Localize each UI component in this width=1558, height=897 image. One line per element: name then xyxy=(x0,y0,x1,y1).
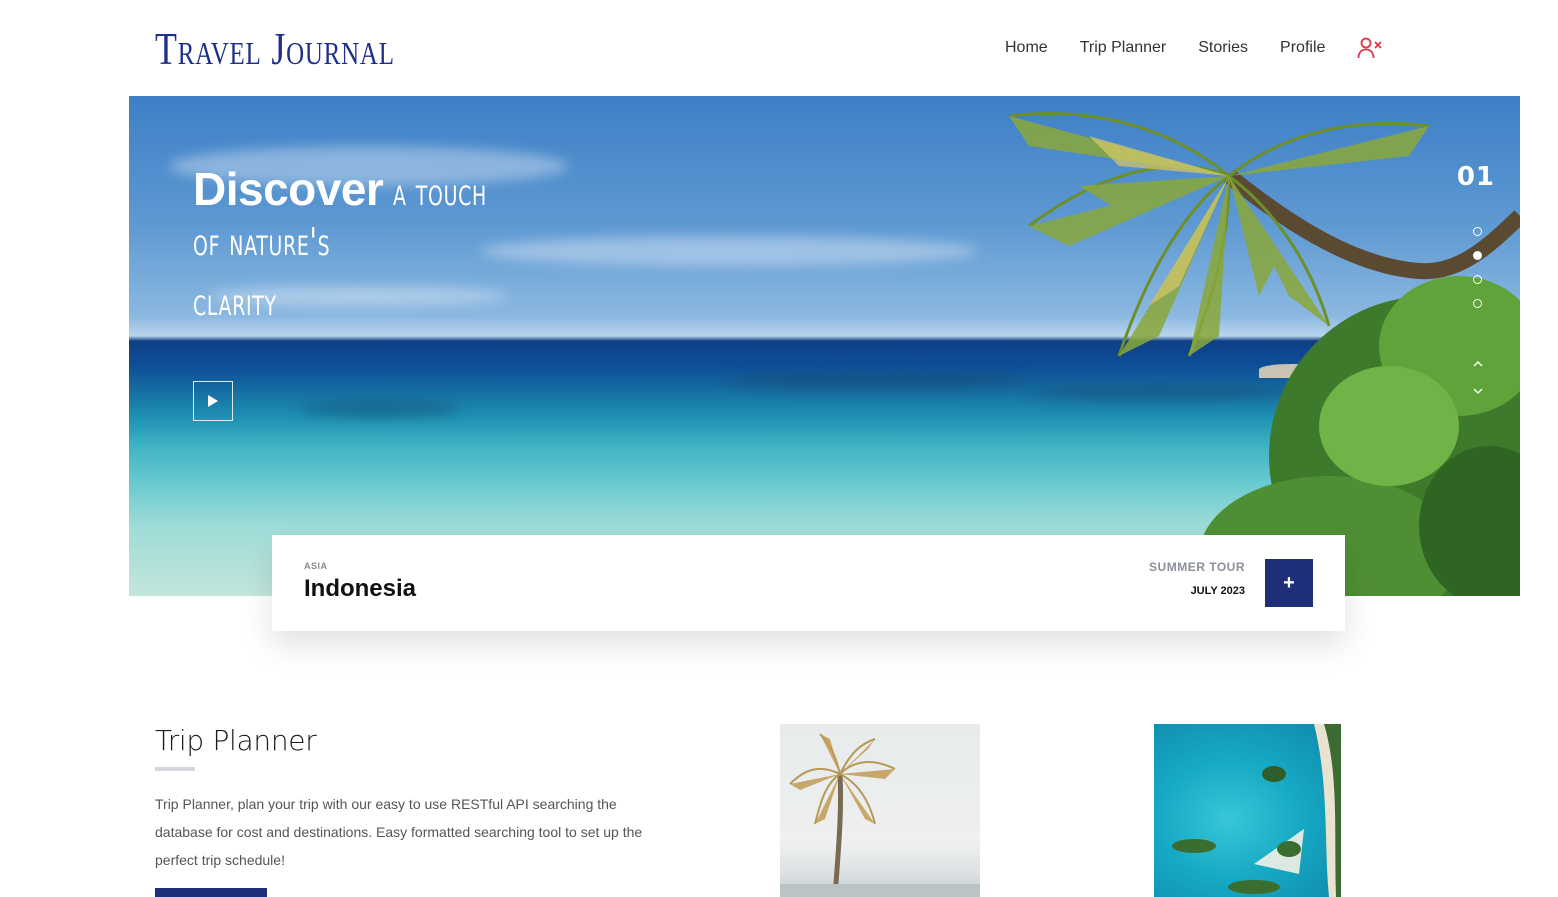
site-logo[interactable]: Travel Journal xyxy=(155,24,395,74)
hero-title-line3: clarity xyxy=(193,280,277,324)
tour-date: JULY 2023 xyxy=(1190,585,1245,597)
trip-planner-heading: Trip Planner xyxy=(155,724,317,757)
tour-label: SUMMER TOUR xyxy=(1149,560,1245,574)
destination-region: ASIA xyxy=(304,561,328,571)
hero-slider: Discover a touch of nature's clarity 01 xyxy=(129,96,1520,596)
slide-dot-2[interactable] xyxy=(1473,251,1482,260)
nav-trip-planner[interactable]: Trip Planner xyxy=(1080,37,1167,59)
hero-title-strong: Discover xyxy=(193,163,384,215)
nav-stories[interactable]: Stories xyxy=(1198,37,1248,59)
slide-dot-4[interactable] xyxy=(1473,299,1482,308)
hero-title-line1: a touch xyxy=(393,170,488,214)
slide-dots xyxy=(1473,227,1482,323)
island-photo xyxy=(1154,724,1341,897)
nav-profile[interactable]: Profile xyxy=(1280,37,1325,59)
slide-number: 01 xyxy=(1456,162,1495,192)
add-destination-button[interactable]: + xyxy=(1265,559,1313,607)
slide-dot-3[interactable] xyxy=(1473,275,1482,284)
trip-planner-button[interactable] xyxy=(155,888,267,897)
main-nav: Home Trip Planner Stories Profile xyxy=(1005,36,1383,60)
destination-card: ASIA Indonesia SUMMER TOUR JULY 2023 + xyxy=(272,535,1345,631)
heading-underline xyxy=(155,767,195,771)
hero-headline: Discover a touch of nature's clarity xyxy=(193,162,613,340)
user-x-icon[interactable] xyxy=(1357,36,1383,60)
slide-dot-1[interactable] xyxy=(1473,227,1482,236)
play-button[interactable] xyxy=(193,381,233,421)
nav-home[interactable]: Home xyxy=(1005,37,1048,59)
hero-title-line2: of nature's xyxy=(193,220,331,264)
play-icon xyxy=(208,395,218,407)
chevron-down-icon[interactable] xyxy=(1472,385,1484,397)
chevron-up-icon[interactable] xyxy=(1472,358,1484,370)
destination-country: Indonesia xyxy=(304,575,417,602)
trip-planner-description: Trip Planner, plan your trip with our ea… xyxy=(155,796,643,868)
palm-photo xyxy=(780,724,980,897)
